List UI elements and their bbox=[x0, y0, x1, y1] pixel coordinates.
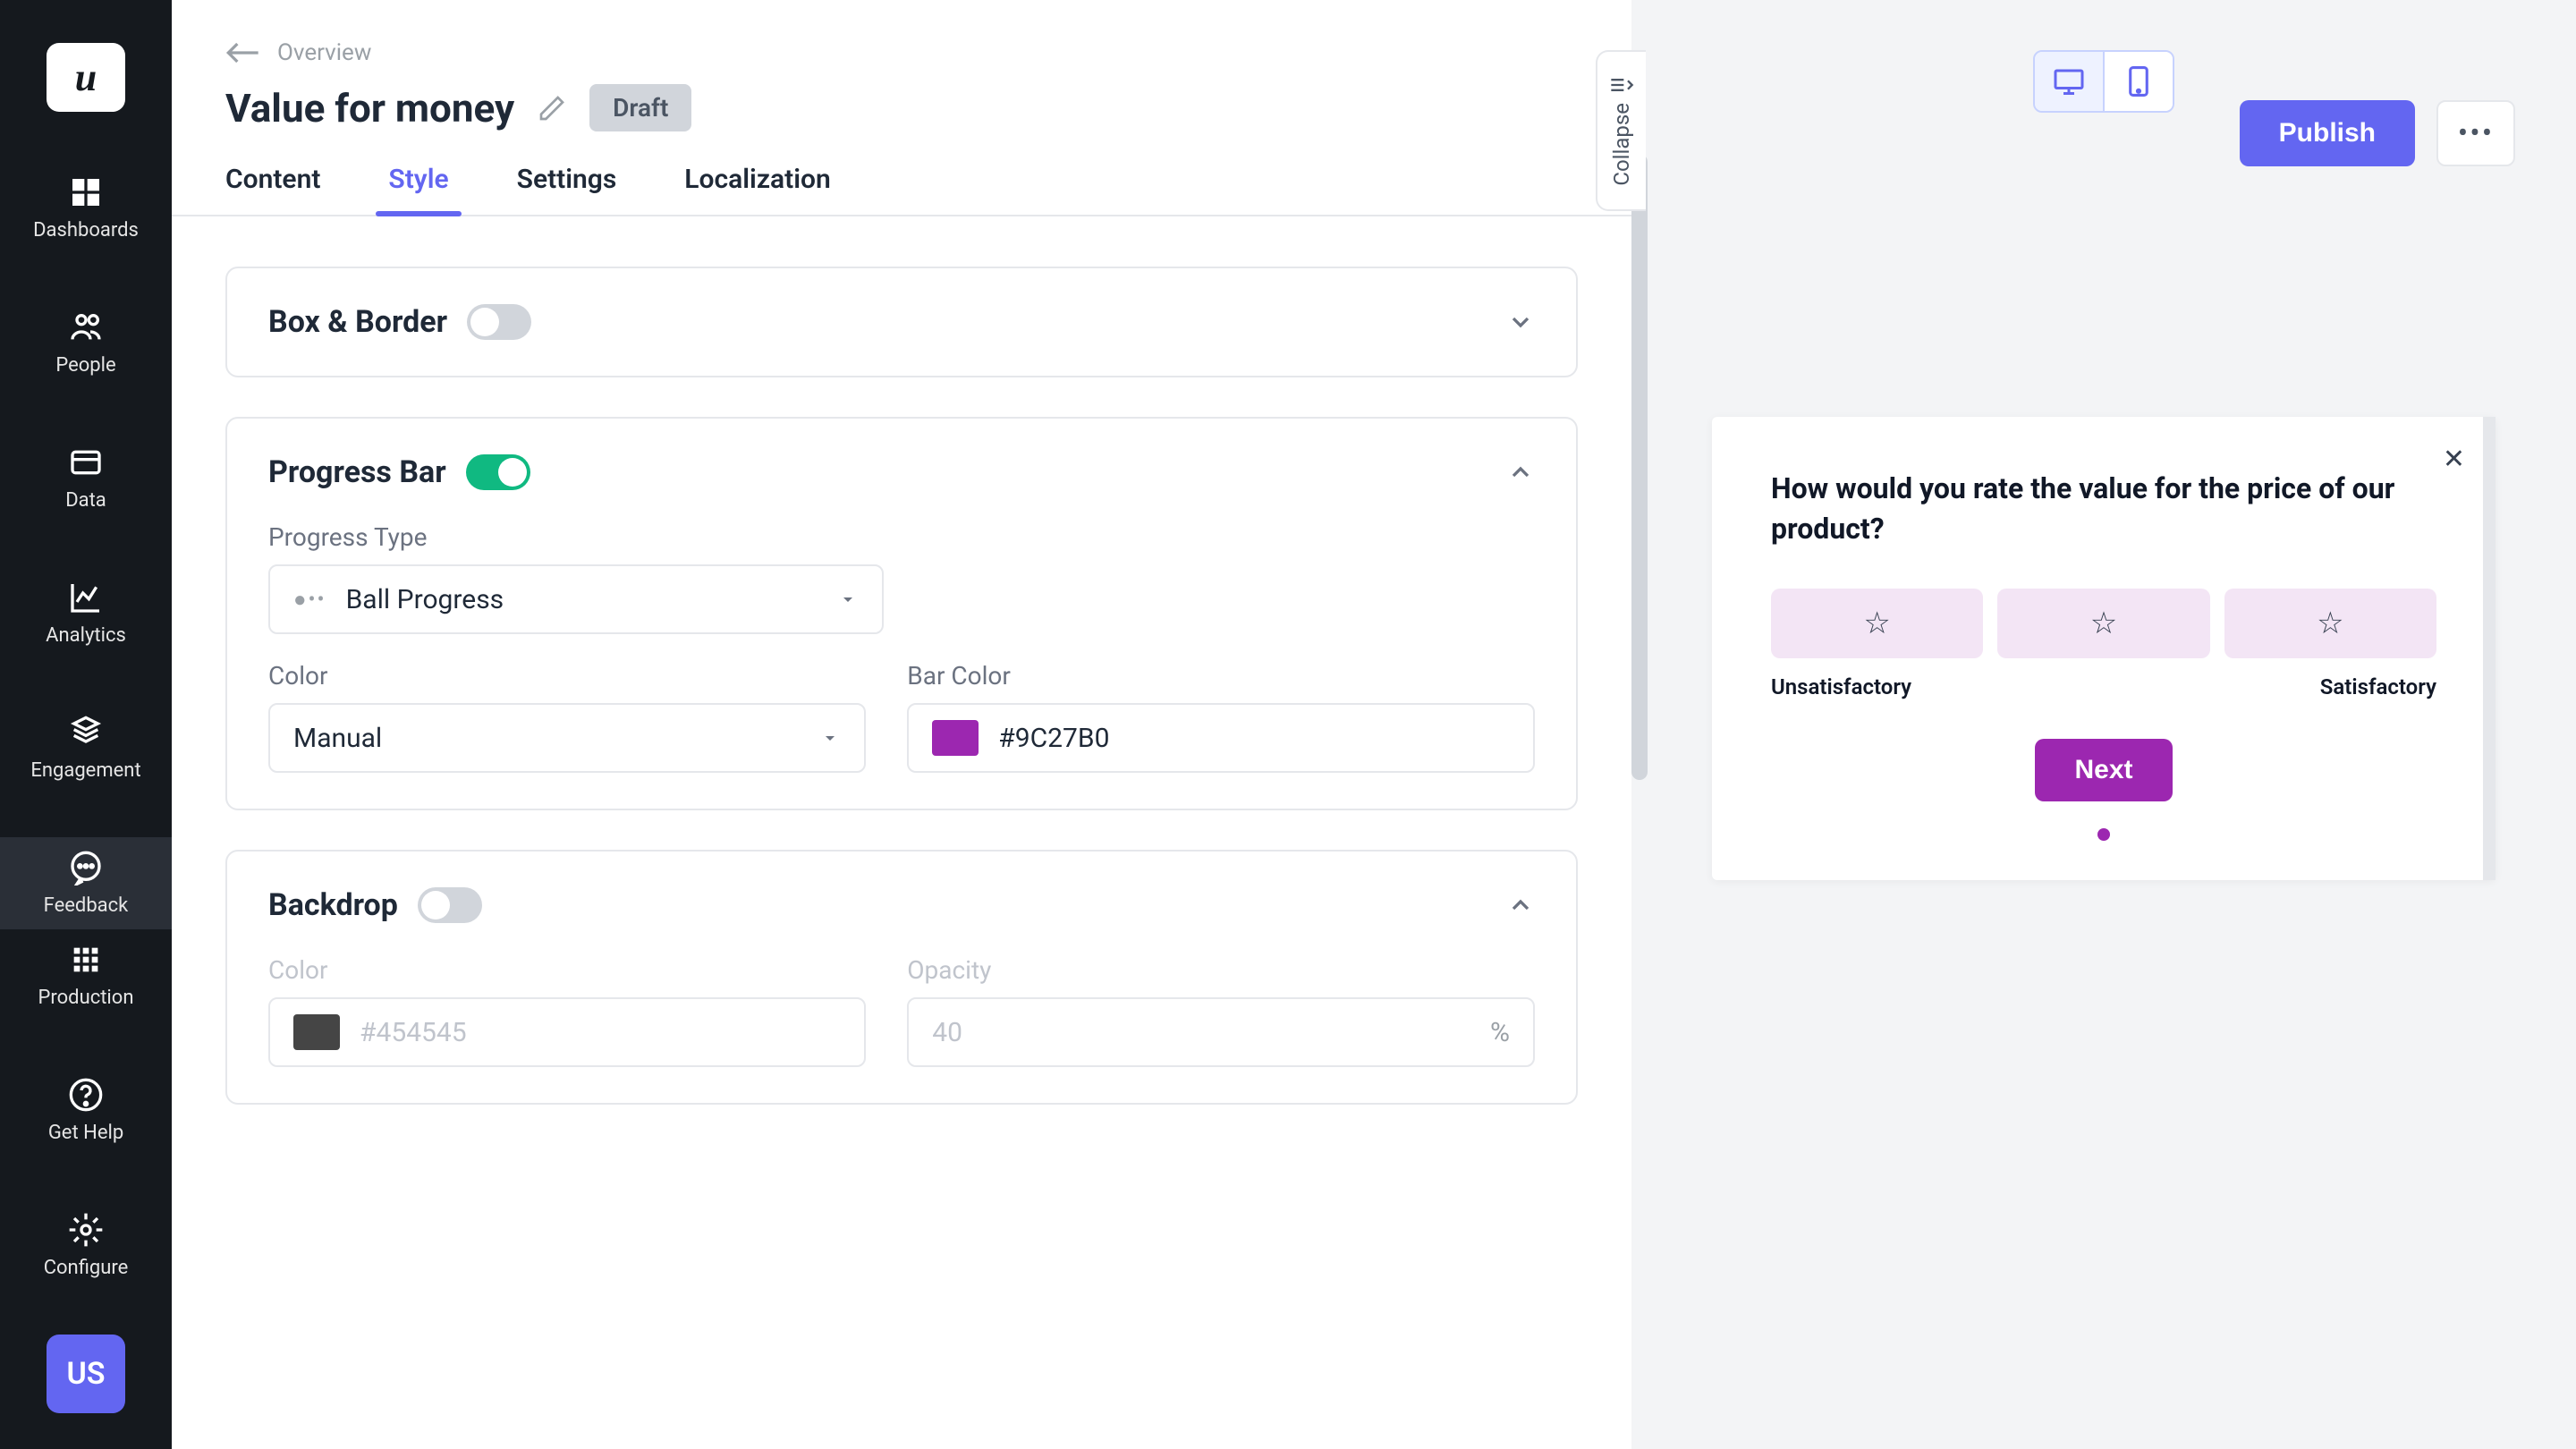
sidebar-item-label: People bbox=[55, 354, 115, 377]
field-label: Color bbox=[268, 661, 866, 691]
progress-dot bbox=[2097, 828, 2110, 841]
breadcrumb-label: Overview bbox=[277, 39, 371, 66]
backdrop-color-input[interactable]: #454545 bbox=[268, 997, 866, 1067]
publish-button[interactable]: Publish bbox=[2240, 100, 2415, 166]
analytics-icon bbox=[68, 580, 104, 615]
rating-option-3[interactable]: ☆ bbox=[2224, 589, 2436, 658]
tab-style[interactable]: Style bbox=[388, 164, 448, 215]
device-desktop-button[interactable] bbox=[2035, 52, 2103, 111]
tabs: Content Style Settings Localization bbox=[225, 164, 1578, 215]
tab-settings[interactable]: Settings bbox=[517, 164, 617, 215]
caret-down-icon bbox=[837, 589, 859, 610]
next-button[interactable]: Next bbox=[2035, 739, 2172, 801]
panel-progress-bar: Progress Bar Progress Type ● • • Ball Pr… bbox=[225, 417, 1578, 810]
field-label: Color bbox=[268, 955, 866, 985]
field-label: Bar Color bbox=[907, 661, 1535, 691]
sidebar-item-engagement[interactable]: Engagement bbox=[0, 702, 172, 794]
backdrop-opacity-input[interactable]: 40 % bbox=[907, 997, 1535, 1067]
user-avatar[interactable]: US bbox=[47, 1335, 125, 1413]
chevron-down-icon bbox=[1506, 308, 1535, 336]
field-label: Progress Type bbox=[268, 522, 1535, 552]
panel-title: Progress Bar bbox=[268, 454, 446, 490]
panel-backdrop: Backdrop Color #454545 bbox=[225, 850, 1578, 1105]
gear-icon bbox=[68, 1212, 104, 1248]
sidebar-item-analytics[interactable]: Analytics bbox=[0, 567, 172, 659]
sidebar-item-help[interactable]: Get Help bbox=[0, 1064, 172, 1157]
rating-label-high: Satisfactory bbox=[2320, 674, 2436, 699]
toggle-box-border[interactable] bbox=[467, 304, 531, 340]
panel-title: Box & Border bbox=[268, 304, 447, 340]
sidebar-item-label: Dashboards bbox=[33, 219, 139, 242]
sidebar-item-production[interactable]: Production bbox=[0, 929, 172, 1021]
bar-color-input[interactable]: #9C27B0 bbox=[907, 703, 1535, 773]
ball-progress-icon: ● • • bbox=[293, 587, 323, 613]
panel-title: Backdrop bbox=[268, 887, 398, 923]
grid-icon bbox=[68, 942, 104, 978]
rating-option-2[interactable]: ☆ bbox=[1997, 589, 2209, 658]
preview-scrollbar[interactable] bbox=[2483, 417, 2496, 880]
survey-question: How would you rate the value for the pri… bbox=[1771, 469, 2436, 549]
caret-down-icon bbox=[819, 727, 841, 749]
close-icon[interactable]: ✕ bbox=[2443, 444, 2465, 475]
toggle-progress-bar[interactable] bbox=[466, 454, 530, 490]
color-swatch bbox=[932, 720, 979, 756]
sidebar: u Dashboards People Data Analytics Engag… bbox=[0, 0, 172, 1449]
opacity-value: 40 bbox=[932, 1017, 962, 1048]
logo[interactable]: u bbox=[47, 43, 125, 112]
color-mode-select[interactable]: Manual bbox=[268, 703, 866, 773]
color-swatch bbox=[293, 1014, 340, 1050]
collapse-panel-button[interactable]: Collapse bbox=[1596, 50, 1646, 211]
breadcrumb-back[interactable]: Overview bbox=[225, 39, 1578, 66]
chevron-up-icon bbox=[1506, 891, 1535, 919]
select-value: Ball Progress bbox=[346, 584, 504, 615]
sidebar-item-label: Analytics bbox=[46, 624, 126, 647]
sidebar-item-people[interactable]: People bbox=[0, 297, 172, 389]
sidebar-item-label: Production bbox=[38, 987, 134, 1009]
panel-header-box-border[interactable]: Box & Border bbox=[268, 304, 1535, 340]
sidebar-item-data[interactable]: Data bbox=[0, 432, 172, 524]
help-icon bbox=[68, 1077, 104, 1113]
tab-localization[interactable]: Localization bbox=[684, 164, 830, 215]
field-label: Opacity bbox=[907, 955, 1535, 985]
select-value: Manual bbox=[293, 723, 382, 754]
list-chevron-icon bbox=[1609, 76, 1634, 94]
rating-option-1[interactable]: ☆ bbox=[1771, 589, 1983, 658]
edit-title-button[interactable] bbox=[538, 94, 566, 123]
dashboards-icon bbox=[68, 174, 104, 210]
rating-label-low: Unsatisfactory bbox=[1771, 674, 1911, 699]
sidebar-item-label: Configure bbox=[44, 1257, 129, 1279]
scrollbar-thumb[interactable] bbox=[1631, 154, 1648, 780]
device-mobile-button[interactable] bbox=[2105, 52, 2173, 111]
tab-content[interactable]: Content bbox=[225, 164, 320, 215]
color-value: #9C27B0 bbox=[998, 723, 1109, 754]
sidebar-item-label: Engagement bbox=[30, 759, 140, 782]
toggle-backdrop[interactable] bbox=[418, 887, 482, 923]
panel-header-progress-bar[interactable]: Progress Bar bbox=[268, 454, 1535, 490]
more-options-button[interactable]: ••• bbox=[2436, 100, 2515, 166]
arrow-left-icon bbox=[225, 40, 261, 65]
sidebar-item-feedback[interactable]: Feedback bbox=[0, 837, 172, 929]
preview-area: Collapse ✕ How would you rate the value … bbox=[1631, 0, 2576, 1449]
status-badge: Draft bbox=[589, 84, 691, 131]
device-toggle bbox=[2033, 50, 2174, 113]
opacity-suffix: % bbox=[1490, 1017, 1510, 1048]
data-icon bbox=[68, 445, 104, 480]
panel-box-border: Box & Border bbox=[225, 267, 1578, 377]
sidebar-item-configure[interactable]: Configure bbox=[0, 1199, 172, 1292]
feedback-icon bbox=[68, 850, 104, 886]
sidebar-item-label: Data bbox=[65, 489, 106, 512]
color-value: #454545 bbox=[360, 1017, 467, 1048]
page-title: Value for money bbox=[225, 85, 514, 131]
chevron-up-icon bbox=[1506, 458, 1535, 487]
collapse-label: Collapse bbox=[1609, 103, 1634, 186]
survey-preview-card: ✕ How would you rate the value for the p… bbox=[1712, 417, 2496, 880]
sidebar-item-label: Get Help bbox=[48, 1122, 123, 1144]
engagement-icon bbox=[68, 715, 104, 750]
sidebar-item-label: Feedback bbox=[44, 894, 129, 917]
sidebar-item-dashboards[interactable]: Dashboards bbox=[0, 162, 172, 254]
panel-header-backdrop[interactable]: Backdrop bbox=[268, 887, 1535, 923]
people-icon bbox=[68, 309, 104, 345]
progress-type-select[interactable]: ● • • Ball Progress bbox=[268, 564, 884, 634]
